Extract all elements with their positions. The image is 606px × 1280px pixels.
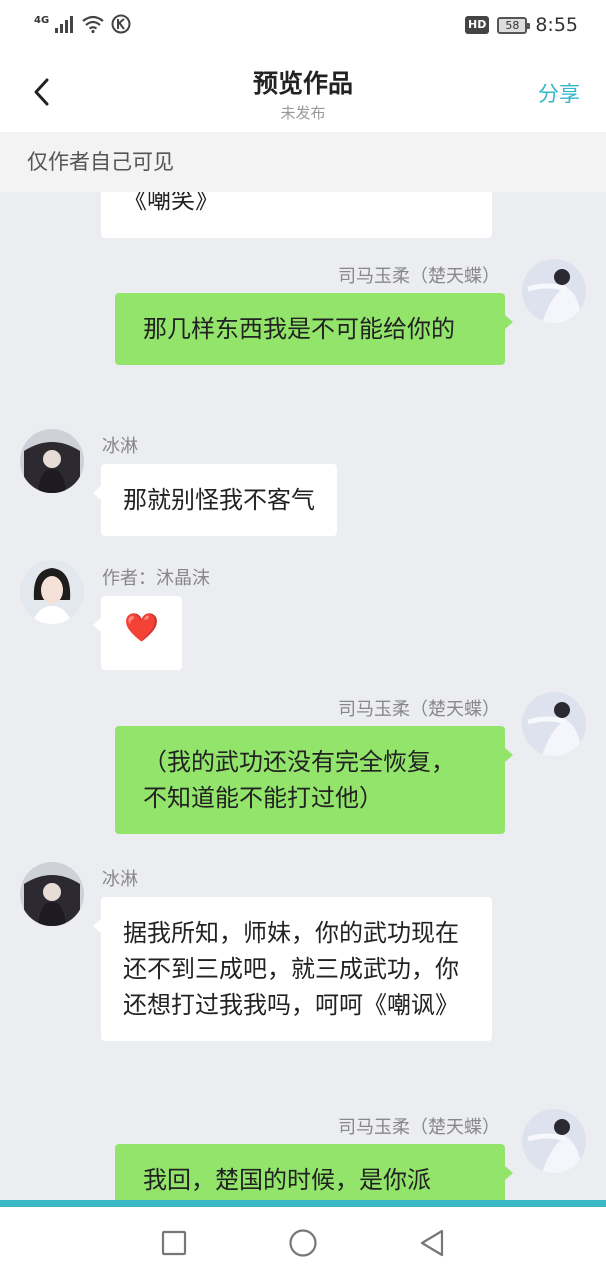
divider: [0, 1200, 606, 1207]
k-icon: [111, 14, 131, 38]
signal-icon: [55, 15, 75, 37]
message-bubble: 那就别怪我不客气: [93, 464, 337, 536]
square-icon: [161, 1230, 187, 1256]
heart-icon: ❤️: [93, 596, 182, 670]
home-button[interactable]: [285, 1225, 321, 1261]
message-bubble: 我回，楚国的时候，是你派: [115, 1144, 513, 1200]
wifi-icon: [81, 15, 105, 37]
author-name: 作者：沐晶沫: [102, 568, 210, 589]
sender-name: 司马玉柔（楚天蝶）: [338, 1117, 500, 1138]
triangle-back-icon: [420, 1229, 444, 1257]
avatar[interactable]: [20, 429, 84, 493]
status-right: HD 58 8:55: [464, 14, 578, 36]
back-nav-button[interactable]: [414, 1225, 450, 1261]
sender-name: 冰淋: [102, 436, 138, 457]
sender-name: 冰淋: [102, 869, 138, 890]
avatar[interactable]: [20, 862, 84, 926]
network-type: 4G: [34, 14, 50, 26]
message-bubble: 那几样东西我是不可能给你的: [115, 293, 513, 365]
battery-icon: 58: [497, 16, 531, 34]
message-bubble: 据我所知，师妹，你的武功现在还不到三成吧，就三成武功，你还想打过我我吗，呵呵《嘲…: [93, 897, 492, 1041]
avatar[interactable]: [522, 1109, 586, 1173]
circle-icon: [289, 1229, 317, 1257]
page-subtitle: 未发布: [280, 104, 326, 122]
sender-name: 司马玉柔（楚天蝶）: [338, 699, 500, 720]
sender-name: 司马玉柔（楚天蝶）: [338, 266, 500, 287]
page-title: 预览作品: [252, 69, 353, 98]
avatar[interactable]: [20, 560, 84, 624]
message-bubble: （我的武功还没有完全恢复，不知道能不能打过他）: [115, 726, 513, 834]
recent-apps-button[interactable]: [156, 1225, 192, 1261]
clock: 8:55: [535, 14, 578, 36]
system-nav-bar: [0, 1207, 606, 1280]
avatar[interactable]: [522, 692, 586, 756]
chat-area[interactable]: 《嘲笑》 司马玉柔（楚天蝶） 那几样东西我是不可能给你的 冰淋 那就别怪我不客气: [0, 192, 606, 1200]
avatar[interactable]: [522, 259, 586, 323]
share-button[interactable]: 分享: [538, 78, 580, 108]
status-left: 4G: [34, 14, 131, 38]
status-bar: 4G HD 58 8:55: [0, 0, 606, 52]
hd-badge: HD: [464, 16, 490, 34]
message-bubble: 《嘲笑》: [101, 192, 492, 238]
header: 预览作品 未发布 分享: [0, 52, 606, 132]
screen: 4G HD 58 8:55 预览作品 未发布 分享 仅作者自己可见 《嘲笑》 司…: [0, 0, 606, 1280]
visibility-notice: 仅作者自己可见: [0, 132, 606, 192]
